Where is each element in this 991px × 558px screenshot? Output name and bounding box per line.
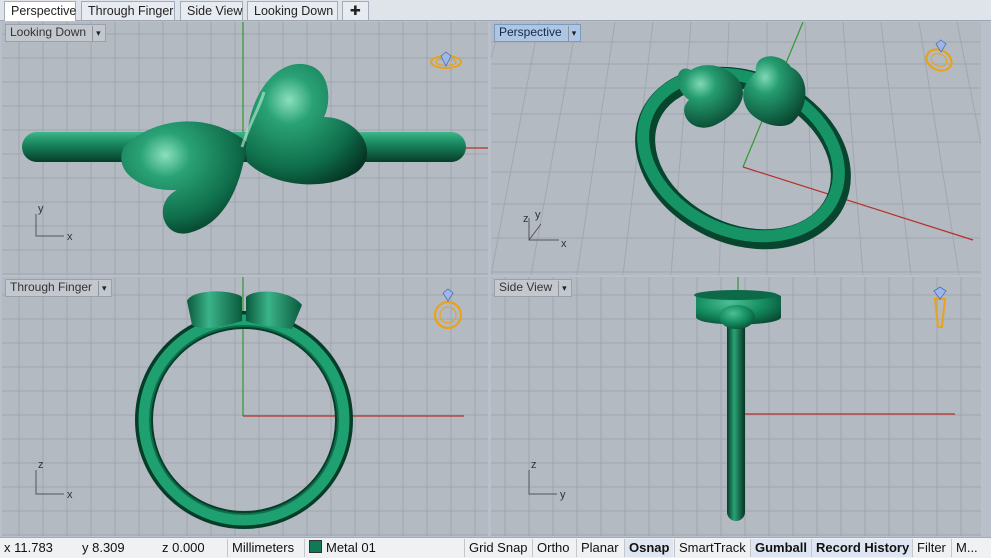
add-tab-button[interactable]: ✚ (342, 1, 369, 20)
viewport-area: y x Looking Down ▾ z y x Perspective ▾ z… (0, 21, 991, 537)
viewport-perspective[interactable]: z y x Perspective ▾ (491, 22, 981, 275)
chevron-down-icon[interactable]: ▾ (558, 281, 567, 296)
record-history-toggle[interactable]: Record History (811, 539, 914, 557)
tab-through-finger[interactable]: Through Finger (81, 1, 175, 20)
coord-x: x 11.783 (4, 540, 53, 555)
viewport-title-text: Through Finger (10, 280, 93, 294)
ring-side-icon (933, 286, 947, 328)
ring-perspective-icon (925, 39, 953, 72)
viewport-title[interactable]: Perspective ▾ (494, 24, 582, 42)
coord-z: z 0.000 (162, 540, 205, 555)
units-button[interactable]: Millimeters (227, 539, 298, 557)
viewport-title[interactable]: Through Finger ▾ (5, 279, 112, 297)
gumball-toggle[interactable]: Gumball (750, 539, 812, 557)
current-layer-button[interactable]: Metal 01 (304, 539, 380, 557)
tab-side-view[interactable]: Side View (180, 1, 243, 20)
viewport-looking-down[interactable]: y x Looking Down ▾ (2, 22, 488, 275)
tab-looking-down[interactable]: Looking Down (247, 1, 338, 20)
osnap-toggle[interactable]: Osnap (624, 539, 674, 557)
viewport-title[interactable]: Looking Down ▾ (5, 24, 106, 42)
filter-toggle[interactable]: Filter (912, 539, 950, 557)
viewport-title-text: Side View (499, 280, 553, 294)
grid-snap-toggle[interactable]: Grid Snap (464, 539, 532, 557)
more-toggle[interactable]: M... (951, 539, 982, 557)
tab-perspective[interactable]: Perspective (4, 1, 76, 21)
chevron-down-icon[interactable]: ▾ (92, 26, 101, 41)
viewport-side-view[interactable]: z y Side View ▾ (491, 277, 981, 536)
viewport-title-text: Looking Down (10, 25, 87, 39)
chevron-down-icon[interactable]: ▾ (567, 26, 576, 41)
status-bar: x 11.783 y 8.309 z 0.000 Millimeters Met… (0, 537, 991, 558)
layer-color-swatch (309, 540, 322, 553)
viewport-title-text: Perspective (499, 25, 562, 39)
smarttrack-toggle[interactable]: SmartTrack (674, 539, 750, 557)
ring-front-icon (433, 288, 463, 330)
viewport-through-finger[interactable]: z x Through Finger ▾ (2, 277, 488, 536)
coord-y: y 8.309 (82, 540, 125, 555)
ring-top-icon (430, 51, 462, 69)
chevron-down-icon[interactable]: ▾ (98, 281, 107, 296)
ortho-toggle[interactable]: Ortho (532, 539, 574, 557)
viewport-title[interactable]: Side View ▾ (494, 279, 572, 297)
planar-toggle[interactable]: Planar (576, 539, 623, 557)
layer-name: Metal 01 (326, 540, 376, 555)
viewport-tab-bar: Perspective Through Finger Side View Loo… (0, 0, 991, 21)
